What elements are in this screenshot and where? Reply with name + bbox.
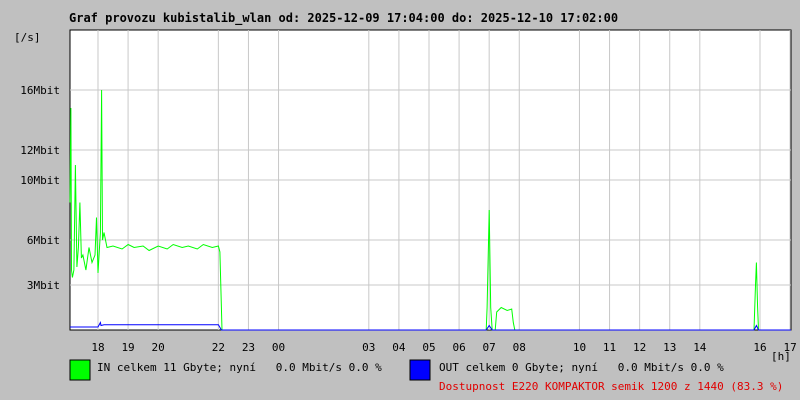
x-tick-label: 04	[392, 341, 406, 354]
x-tick-label: 05	[422, 341, 435, 354]
x-tick-label: 08	[513, 341, 526, 354]
y-tick-label: 12Mbit	[20, 144, 60, 157]
y-tick-label: 3Mbit	[27, 279, 60, 292]
x-tick-label: 00	[272, 341, 285, 354]
x-tick-label: 11	[603, 341, 616, 354]
x-tick-label: 10	[573, 341, 586, 354]
out-legend-swatch	[409, 359, 431, 381]
x-tick-label: 13	[663, 341, 676, 354]
x-tick-label: 20	[152, 341, 165, 354]
x-tick-label: 03	[362, 341, 375, 354]
traffic-chart: Graf provozu kubistalib_wlan od: 2025-12…	[14, 11, 797, 393]
x-tick-label: 12	[633, 341, 646, 354]
y-unit-label: [/s]	[14, 31, 41, 44]
y-tick-labels: 3Mbit 6Mbit 10Mbit 12Mbit 16Mbit	[20, 84, 60, 292]
x-tick-label: 23	[242, 341, 255, 354]
y-tick-label: 6Mbit	[27, 234, 60, 247]
y-tick-label: 10Mbit	[20, 174, 60, 187]
chart-title: Graf provozu kubistalib_wlan od: 2025-12…	[69, 11, 618, 26]
y-tick-label: 16Mbit	[20, 84, 60, 97]
x-tick-label: 14	[693, 341, 707, 354]
x-tick-label: 06	[452, 341, 465, 354]
x-tick-label: 18	[91, 341, 104, 354]
x-tick-label: 16	[753, 341, 766, 354]
x-tick-label: 17	[783, 341, 796, 354]
x-tick-label: 22	[212, 341, 225, 354]
in-legend-swatch	[69, 359, 91, 381]
availability-text: Dostupnost E220 KOMPAKTOR semik 1200 z 1…	[439, 380, 783, 393]
x-tick-labels: 18 19 20 22 23 00 03 04 05 06 07 08 10 11 12 13 14 16 17	[91, 341, 796, 354]
x-tick-label: 07	[483, 341, 496, 354]
x-tick-label: 19	[121, 341, 134, 354]
in-legend-text: IN celkem 11 Gbyte; nyní 0.0 Mbit/s 0.0 …	[97, 361, 382, 374]
out-legend-text: OUT celkem 0 Gbyte; nyní 0.0 Mbit/s 0.0 …	[439, 361, 724, 374]
